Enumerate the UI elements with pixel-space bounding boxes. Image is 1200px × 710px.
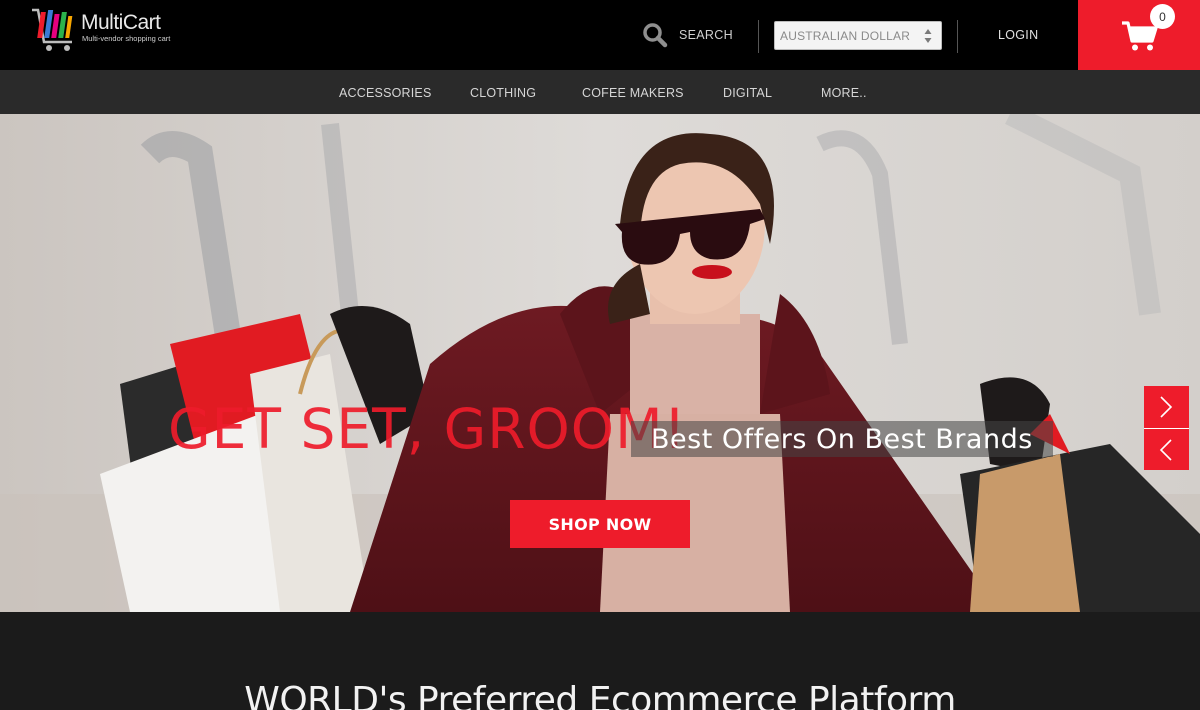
nav-item-more[interactable]: MORE.. (821, 86, 867, 100)
slider-next-button[interactable] (1144, 386, 1189, 428)
hero-title: GET SET, GROOM! (168, 397, 687, 461)
select-arrows-icon (924, 29, 932, 43)
main-nav: ACCESSORIES CLOTHING COFEE MAKERS DIGITA… (0, 70, 1200, 114)
nav-item-accessories[interactable]: ACCESSORIES (339, 86, 432, 100)
top-header: MultiCart Multi-vendor shopping cart SEA… (0, 0, 1200, 70)
logo[interactable]: MultiCart Multi-vendor shopping cart (30, 4, 180, 54)
currency-selected-value: AUSTRALIAN DOLLAR (780, 28, 911, 43)
login-link[interactable]: LOGIN (998, 28, 1038, 42)
cart-button[interactable] (1078, 0, 1200, 70)
header-divider (758, 20, 759, 53)
header-divider (957, 20, 958, 53)
slider-prev-button[interactable] (1144, 428, 1189, 470)
nav-item-digital[interactable]: DIGITAL (723, 86, 772, 100)
section-tagline: WORLD's Preferred Ecommerce Platform (244, 680, 956, 710)
hero-subtitle: Best Offers On Best Brands (631, 421, 1053, 457)
chevron-right-icon (1160, 396, 1173, 418)
currency-select[interactable]: AUSTRALIAN DOLLAR (774, 21, 942, 50)
cart-count-badge: 0 (1150, 4, 1175, 29)
search-label: SEARCH (679, 28, 733, 42)
search-icon (643, 23, 668, 48)
logo-text: MultiCart (81, 11, 161, 34)
logo-tagline: Multi-vendor shopping cart (82, 34, 171, 43)
chevron-left-icon (1159, 439, 1172, 461)
search-button[interactable]: SEARCH (642, 20, 733, 50)
nav-item-coffee-makers[interactable]: COFEE MAKERS (582, 86, 684, 100)
shop-now-button[interactable]: SHOP NOW (510, 500, 690, 548)
logo-cart-icon (32, 8, 73, 51)
hero-banner: GET SET, GROOM! Best Offers On Best Bran… (0, 114, 1200, 612)
nav-item-clothing[interactable]: CLOTHING (470, 86, 536, 100)
